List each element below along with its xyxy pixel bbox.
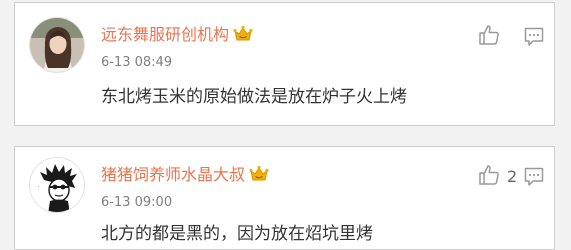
reply-button[interactable] [523, 26, 545, 52]
comment-bubble-icon [523, 167, 545, 192]
vip-crown-icon [233, 25, 253, 48]
reply-button[interactable] [523, 166, 545, 192]
like-button[interactable]: 2 [477, 165, 517, 189]
like-button[interactable] [477, 25, 507, 49]
thumbs-up-icon [477, 163, 501, 191]
username[interactable]: 猪猪饲养师水晶大叔 [101, 165, 269, 188]
comment-time: 6-13 09:00 [101, 195, 173, 210]
username-text[interactable]: 猪猪饲养师水晶大叔 [101, 165, 245, 184]
comment-text: 北方的都是黑的，因为放在炤坑里烤 [101, 224, 373, 244]
vip-crown-icon [249, 165, 269, 188]
comment-card: · 猪猪饲养师水晶大叔 6-13 09:00 北方的都是黑的，因为放在炤坑里烤 … [14, 146, 555, 250]
thumbs-up-icon [477, 23, 501, 51]
comment-text: 东北烤玉米的原始做法是放在炉子火上烤 [101, 87, 407, 107]
user-avatar[interactable] [29, 17, 85, 73]
comment-bubble-icon [523, 27, 545, 52]
username[interactable]: 远东舞服研创机构 [101, 25, 253, 48]
username-text[interactable]: 远东舞服研创机构 [101, 25, 229, 44]
comment-time: 6-13 08:49 [101, 55, 173, 70]
user-avatar[interactable]: · [29, 157, 85, 213]
like-count: 2 [507, 167, 518, 186]
comment-card: 远东舞服研创机构 6-13 08:49 东北烤玉米的原始做法是放在炉子火上烤 [14, 2, 555, 126]
